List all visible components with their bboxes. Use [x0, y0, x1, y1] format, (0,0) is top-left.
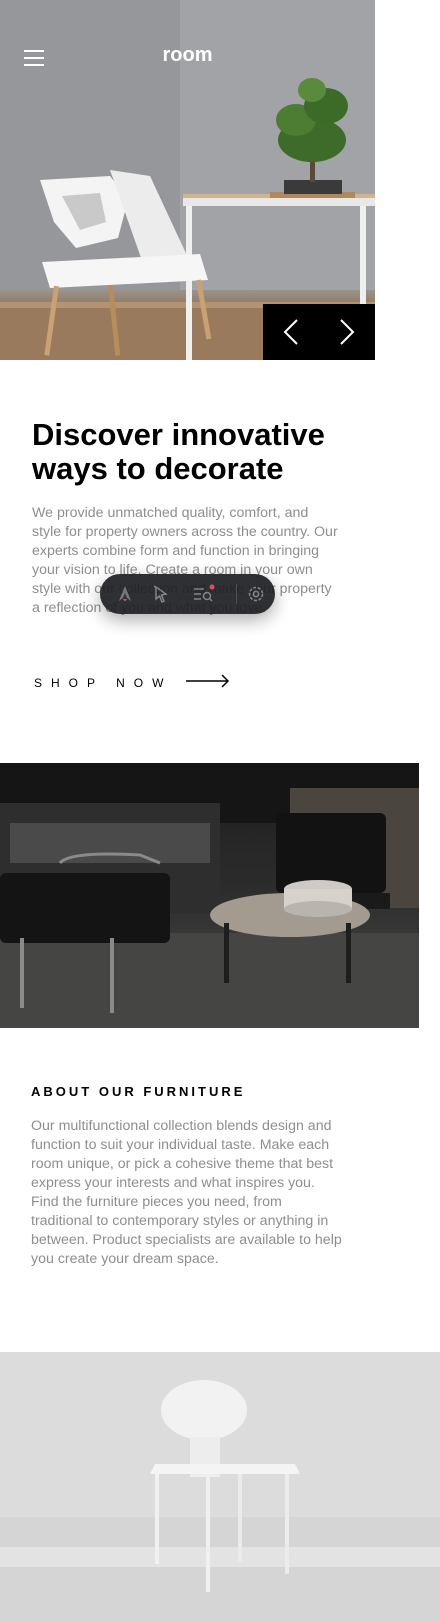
shop-now-link[interactable]: SHOP NOW: [34, 673, 230, 692]
about-heading: ABOUT OUR FURNITURE: [31, 1084, 246, 1099]
slider-controls: [263, 304, 375, 360]
white-chair-scene: [0, 1352, 440, 1622]
hero-image: room: [0, 0, 375, 360]
chevron-left-icon[interactable]: [263, 304, 319, 360]
settings-gear-icon[interactable]: [246, 584, 266, 604]
arrow-right-icon: [186, 673, 230, 692]
floating-dev-toolbar: [100, 574, 275, 614]
cursor-select-icon[interactable]: [152, 584, 172, 604]
shop-now-label: SHOP NOW: [34, 675, 173, 690]
audit-list-icon[interactable]: [192, 584, 215, 604]
astro-logo-icon[interactable]: [115, 584, 135, 604]
hero-title: Discover innovative ways to decorate: [32, 417, 325, 486]
chevron-right-icon[interactable]: [319, 304, 375, 360]
dark-interior-image: [0, 763, 419, 1028]
toolbar-divider: [236, 584, 237, 604]
about-body: Our multifunctional collection blends de…: [31, 1118, 342, 1267]
white-chair-image: [0, 1352, 440, 1622]
dark-interior-scene: [0, 763, 419, 1028]
site-logo[interactable]: room: [0, 44, 375, 67]
